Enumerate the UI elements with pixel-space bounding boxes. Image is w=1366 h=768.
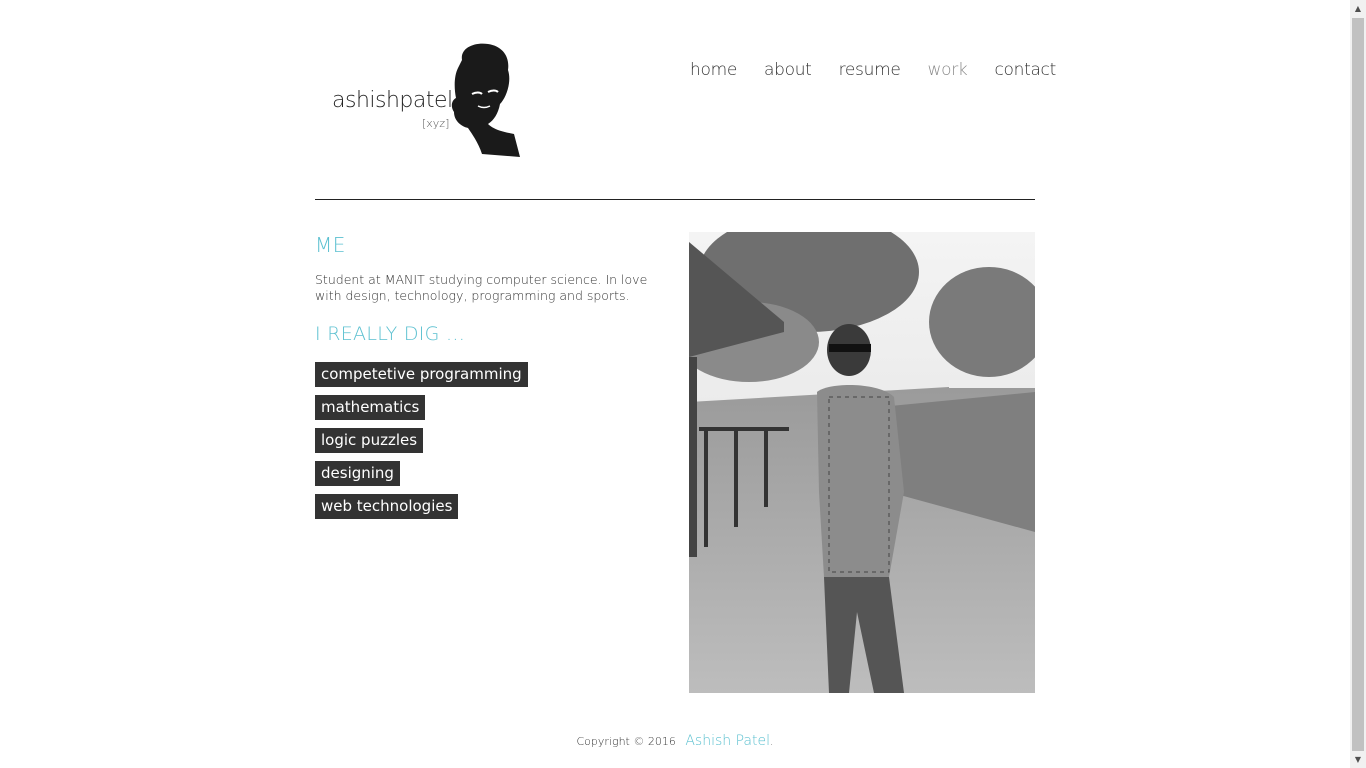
scroll-up-icon[interactable]: ▲ <box>1350 0 1366 17</box>
nav-home[interactable]: home <box>690 60 737 80</box>
header-divider <box>315 199 1035 200</box>
copyright-text: Copyright © 2016 <box>576 735 676 748</box>
portrait-silhouette-icon <box>451 43 520 157</box>
interest-tag: competetive programming <box>315 362 528 387</box>
tag-label: web technologies <box>315 494 459 519</box>
tag-label: logic puzzles <box>315 428 424 453</box>
logo-name: ashishpatel <box>332 88 453 113</box>
bio-text: Student at MANIT studying computer scien… <box>315 272 648 303</box>
nav-contact[interactable]: contact <box>994 60 1056 80</box>
interest-tag: designing <box>315 461 528 486</box>
vertical-scrollbar[interactable]: ▲ ▼ <box>1350 0 1366 768</box>
profile-photo <box>689 232 1035 693</box>
nav-work[interactable]: work <box>928 60 968 80</box>
interest-tags: competetive programming mathematics logi… <box>315 362 528 527</box>
scroll-down-icon[interactable]: ▼ <box>1350 751 1366 768</box>
main-nav: home about resume work contact <box>690 60 1056 80</box>
interest-tag: logic puzzles <box>315 428 528 453</box>
nav-resume[interactable]: resume <box>839 60 901 80</box>
me-heading: ME <box>315 233 346 257</box>
dig-heading: I REALLY DIG ... <box>315 323 466 345</box>
scrollbar-thumb[interactable] <box>1352 18 1364 751</box>
interest-tag: mathematics <box>315 395 528 420</box>
page: ashishpatel [xyz] home about resume work… <box>0 0 1350 768</box>
author-link[interactable]: Ashish Patel <box>685 733 770 749</box>
footer: Copyright © 2016 Ashish Patel. <box>0 733 1350 749</box>
tag-label: competetive programming <box>315 362 528 387</box>
photo-scene-icon <box>689 232 1035 693</box>
tag-label: mathematics <box>315 395 426 420</box>
nav-about[interactable]: about <box>764 60 812 80</box>
interest-tag: web technologies <box>315 494 528 519</box>
footer-period: . <box>770 735 774 748</box>
site-logo[interactable]: ashishpatel [xyz] <box>330 42 530 162</box>
tag-label: designing <box>315 461 400 486</box>
